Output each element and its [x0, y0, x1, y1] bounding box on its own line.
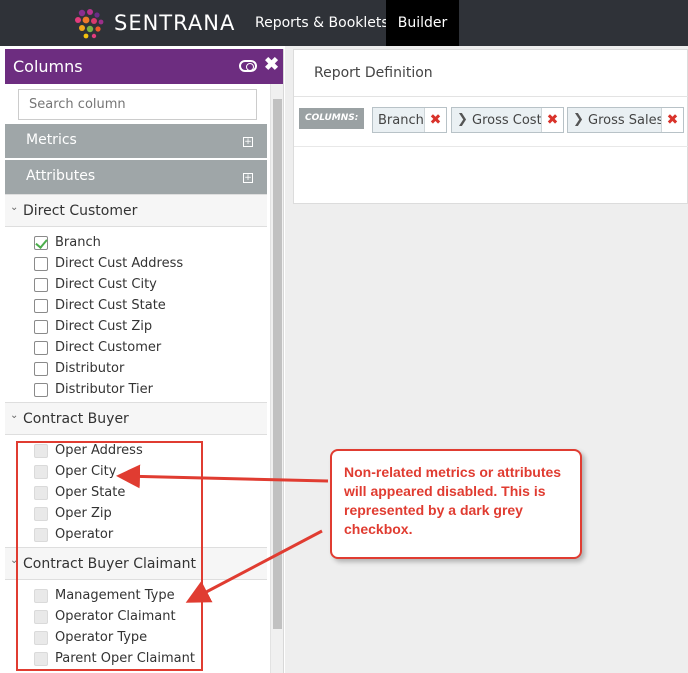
checkbox[interactable]: [34, 299, 48, 313]
remove-icon[interactable]: ✖: [661, 108, 683, 132]
group-label: Contract Buyer: [23, 411, 129, 427]
columns-panel-header: Columns ✖: [5, 49, 283, 84]
divider: [294, 96, 688, 97]
builder-canvas: Report Definition COLUMNS: Branch ✖ ❯ Gr…: [285, 46, 688, 673]
group-direct-customer[interactable]: ⌄ Direct Customer: [5, 194, 267, 227]
attributes-section[interactable]: Attributes +: [5, 160, 267, 194]
columns-badge: COLUMNS:: [299, 108, 365, 129]
close-icon[interactable]: ✖: [264, 54, 279, 75]
column-item-label: Direct Cust Zip: [55, 319, 153, 334]
sentrana-logo-icon: [75, 9, 104, 39]
chevron-right-icon[interactable]: ❯: [457, 112, 468, 127]
chip-label: Gross Sales: [588, 113, 664, 128]
column-chip-gross-sales[interactable]: ❯ Gross Sales ✖: [567, 107, 684, 133]
group-contract-buyer[interactable]: ⌄ Contract Buyer: [5, 402, 267, 435]
search-column-input[interactable]: [18, 89, 257, 120]
column-item-label: Direct Cust City: [55, 277, 157, 292]
column-item-label: Distributor Tier: [55, 382, 153, 397]
checkbox[interactable]: [34, 341, 48, 355]
column-item-label: Direct Customer: [55, 340, 162, 355]
attributes-section-label: Attributes: [26, 168, 96, 184]
top-nav: SENTRANA Reports & Booklets Builder: [0, 0, 688, 46]
annotation-callout: Non-related metrics or attributes will a…: [330, 449, 582, 559]
nav-builder[interactable]: Builder: [386, 0, 459, 46]
column-item-label: Direct Cust Address: [55, 256, 184, 271]
remove-icon[interactable]: ✖: [424, 108, 446, 132]
scrollbar[interactable]: [270, 84, 283, 673]
page: SENTRANA Reports & Booklets Builder Colu…: [0, 0, 688, 673]
scrollbar-thumb[interactable]: [273, 99, 282, 629]
checkbox[interactable]: [34, 278, 48, 292]
report-definition-card: Report Definition COLUMNS: Branch ✖ ❯ Gr…: [293, 49, 688, 204]
report-definition-title: Report Definition: [314, 65, 433, 81]
remove-icon[interactable]: ✖: [541, 108, 563, 132]
annotation-highlight-box: [16, 441, 203, 671]
columns-panel-title: Columns: [13, 57, 83, 76]
divider: [294, 146, 688, 147]
column-item-label: Direct Cust State: [55, 298, 166, 313]
checkbox[interactable]: [34, 257, 48, 271]
expand-plus-icon[interactable]: +: [243, 173, 253, 183]
nav-reports-booklets[interactable]: Reports & Booklets: [255, 0, 389, 46]
toggle-icon[interactable]: [239, 60, 257, 72]
checkbox[interactable]: [34, 362, 48, 376]
column-item-label: Distributor: [55, 361, 125, 376]
checkbox-checked[interactable]: [34, 236, 48, 250]
column-chip-gross-cost[interactable]: ❯ Gross Cost ✖: [451, 107, 564, 133]
metrics-section[interactable]: Metrics +: [5, 124, 267, 158]
column-chip-branch[interactable]: Branch ✖: [372, 107, 447, 133]
chevron-right-icon[interactable]: ❯: [573, 112, 584, 127]
checkbox[interactable]: [34, 383, 48, 397]
chip-label: Branch: [378, 113, 424, 128]
brand-name: SENTRANA: [114, 11, 236, 35]
column-item-label: Branch: [55, 235, 101, 250]
chevron-down-icon: ⌄: [10, 202, 19, 213]
metrics-section-label: Metrics: [26, 132, 77, 148]
expand-plus-icon[interactable]: +: [243, 137, 253, 147]
chevron-down-icon: ⌄: [10, 410, 19, 421]
group-label: Direct Customer: [23, 203, 138, 219]
checkbox[interactable]: [34, 320, 48, 334]
chip-label: Gross Cost: [472, 113, 542, 128]
